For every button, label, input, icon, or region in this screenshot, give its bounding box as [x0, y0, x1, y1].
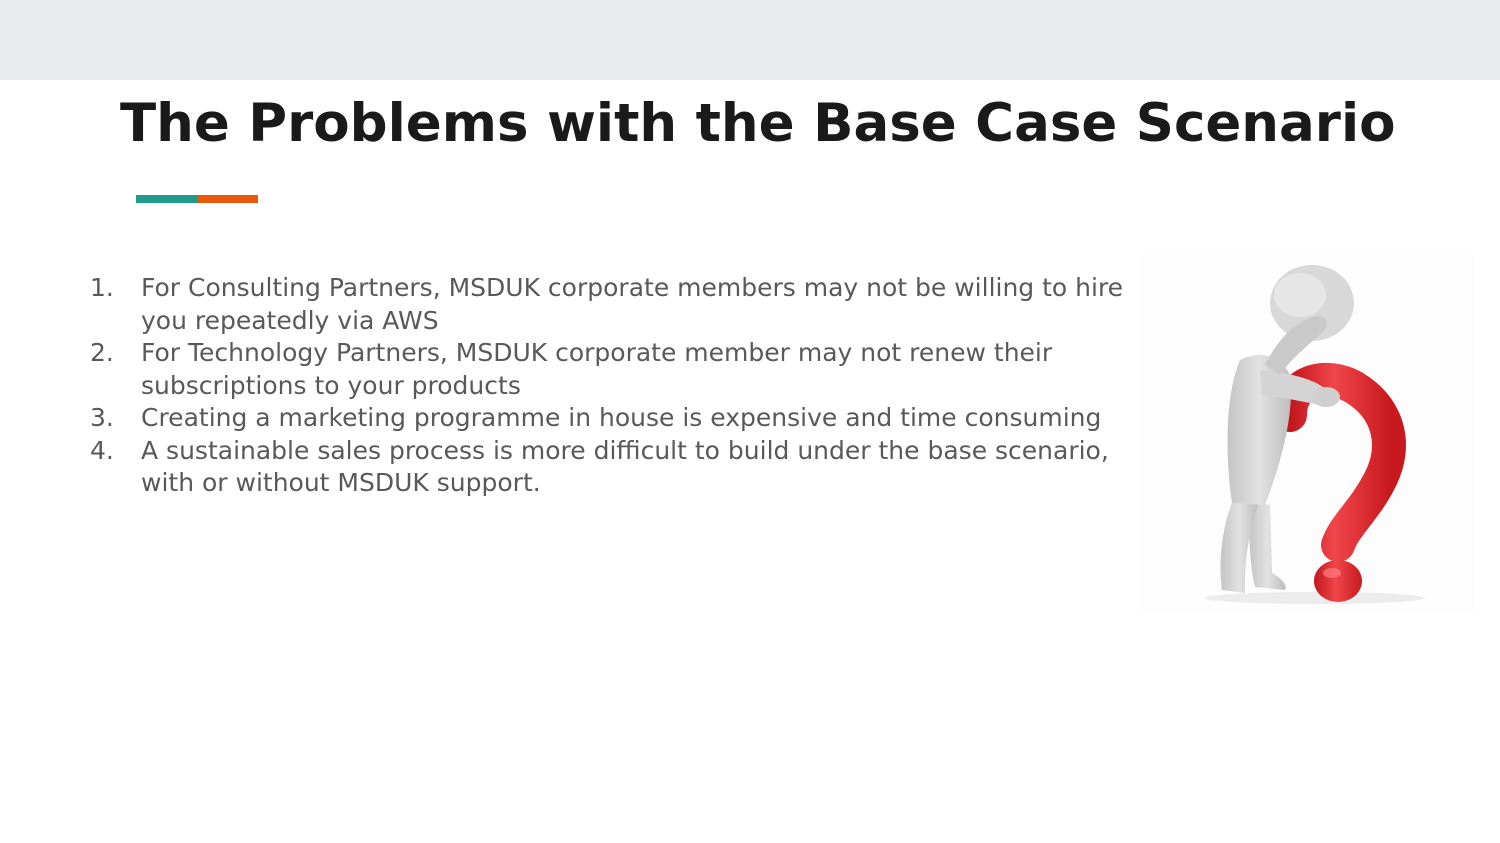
- header-band: [0, 0, 1500, 80]
- list-item-number: 3.: [90, 403, 114, 432]
- list-item-text: For Technology Partners, MSDUK corporate…: [141, 338, 1053, 400]
- title-accent-bar: [136, 195, 258, 203]
- thinking-figure-question-mark-icon: [1140, 255, 1475, 612]
- list-item-text: A sustainable sales process is more diff…: [141, 435, 1109, 498]
- list-item-number: 1.: [90, 273, 114, 302]
- list-item-text: For Consulting Partners, MSDUK corporate…: [141, 273, 1124, 335]
- list-item: 3. Creating a marketing programme in hou…: [90, 402, 1130, 435]
- list-item: 1. For Consulting Partners, MSDUK corpor…: [90, 272, 1130, 337]
- accent-teal-segment: [136, 195, 198, 203]
- accent-orange-segment: [198, 195, 258, 203]
- problem-list: 1. For Consulting Partners, MSDUK corpor…: [90, 272, 1130, 500]
- list-item-number: 4.: [90, 435, 114, 465]
- slide-title: The Problems with the Base Case Scenario: [120, 93, 1396, 154]
- list-item-number: 2.: [90, 338, 114, 367]
- list-item-text: Creating a marketing programme in house …: [141, 403, 1102, 432]
- list-item: 2. For Technology Partners, MSDUK corpor…: [90, 337, 1130, 402]
- slide: The Problems with the Base Case Scenario…: [0, 0, 1500, 843]
- list-item: 4. A sustainable sales process is more d…: [90, 435, 1130, 500]
